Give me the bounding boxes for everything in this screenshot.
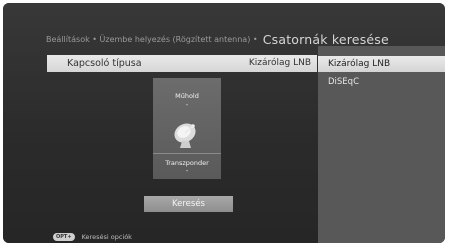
options-hint: OPT+ Keresési opciók (53, 226, 132, 243)
options-hint-text: Keresési opciók (81, 232, 132, 241)
switch-type-dropdown: Kizárólag LNB DiSEqC (318, 46, 445, 243)
transponder-value: - (185, 167, 189, 175)
page-title: Csatornák keresése (262, 32, 389, 47)
switch-type-label: Kapcsoló típusa (67, 58, 142, 69)
satellite-dish-icon (174, 123, 196, 148)
opt-key-icon: OPT+ (53, 232, 75, 241)
dropdown-option-lnb-only[interactable]: Kizárólag LNB (318, 56, 445, 72)
tv-screen: Beállítások • Üzembe helyezés (Rögzített… (3, 3, 445, 243)
satellite-card: Műhold - Transzponder - (153, 78, 221, 179)
breadcrumb-path: Beállítások • Üzembe helyezés (Rögzített… (46, 35, 258, 44)
satellite-value: - (185, 101, 189, 109)
switch-type-value: Kizárólag LNB (248, 58, 311, 68)
dropdown-option-label: Kizárólag LNB (328, 59, 391, 69)
transponder-label: Transzponder (165, 159, 209, 167)
dropdown-option-diseqc[interactable]: DiSEqC (328, 75, 359, 89)
card-divider (153, 153, 221, 154)
satellite-label: Műhold (175, 92, 199, 100)
switch-type-row[interactable]: Kapcsoló típusa Kizárólag LNB (47, 55, 317, 72)
search-button[interactable]: Keresés (144, 196, 233, 212)
